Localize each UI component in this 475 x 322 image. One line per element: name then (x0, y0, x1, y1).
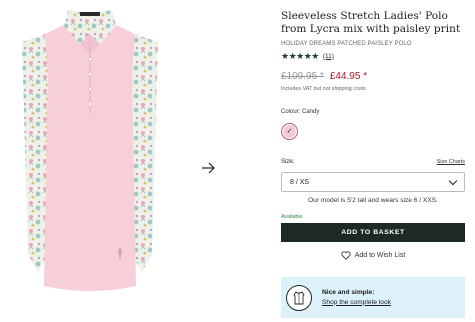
size-selected-value: 8 / XS (290, 178, 310, 186)
review-count-link[interactable]: (11) (323, 53, 334, 60)
colour-swatch-candy[interactable]: ✓ (281, 122, 298, 140)
shop-complete-look-link[interactable]: Shop the complete look (322, 298, 391, 308)
add-to-basket-button[interactable]: ADD TO BASKET (281, 223, 465, 242)
outfit-icon (286, 284, 312, 311)
price-block: £109.95 * £44.95 * (281, 71, 465, 82)
rating[interactable]: ★★★★★ (11) (281, 51, 465, 62)
product-subtitle: HOLIDAY DREAMS PATCHED PAISLEY POLO (281, 40, 412, 47)
complete-look-banner: Nice and simple: Shop the complete look (281, 277, 465, 318)
chevron-down-icon (448, 176, 458, 185)
product-title: Sleeveless Stretch Ladies' Polo from Lyc… (281, 10, 461, 36)
check-icon: ✓ (283, 124, 296, 138)
size-header: Size: Size Charts (281, 159, 465, 165)
size-charts-link[interactable]: Size Charts (437, 159, 465, 165)
size-label: Size: (281, 159, 295, 165)
star-rating-icon: ★★★★★ (281, 50, 319, 61)
complete-look-heading: Nice and simple: (322, 288, 375, 296)
wishlist-label: Add to Wish List (354, 252, 406, 259)
colour-label: Colour: Candy (281, 108, 320, 115)
sale-price: £44.95 * (329, 70, 368, 82)
product-details: Sleeveless Stretch Ladies' Polo from Lyc… (281, 10, 465, 318)
product-image[interactable] (0, 4, 180, 304)
old-price: £109.95 * (281, 70, 324, 82)
complete-look-text: Nice and simple: Shop the complete look (322, 288, 391, 308)
heart-icon (341, 251, 351, 260)
size-select[interactable]: 8 / XS (281, 172, 465, 192)
availability-status: Available (281, 214, 303, 220)
product-gallery (0, 0, 215, 322)
model-size-note: Our model is 5'2 tall and wears size 6 /… (308, 197, 438, 204)
arrow-right-icon[interactable] (200, 160, 216, 176)
add-to-wishlist-button[interactable]: Add to Wish List (281, 251, 465, 260)
vat-note: Includes VAT but not shipping costs (281, 85, 366, 92)
